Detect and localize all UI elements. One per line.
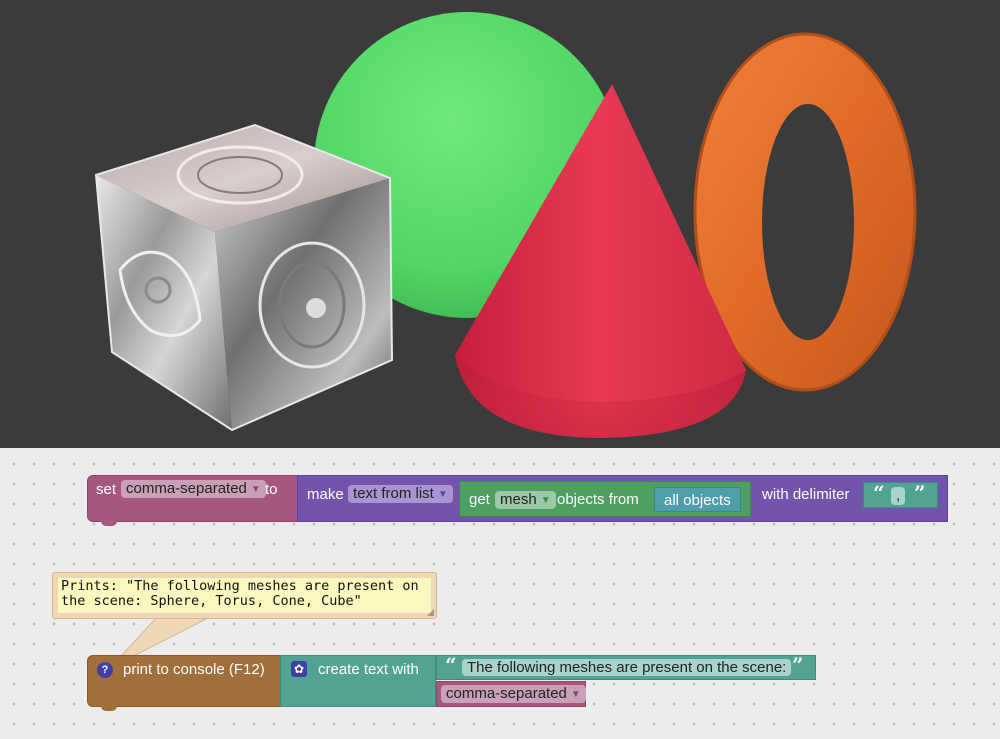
- make-mode-dropdown[interactable]: text from list ▼: [348, 485, 453, 503]
- delimiter-text-block[interactable]: “ , ”: [863, 481, 938, 508]
- to-label: to: [265, 481, 278, 498]
- text-string-input[interactable]: The following meshes are present on the …: [462, 659, 792, 676]
- chevron-down-icon: ▼: [437, 489, 448, 500]
- print-label: print to console (F12): [123, 661, 265, 678]
- chevron-down-icon: ▼: [250, 484, 261, 495]
- close-quote-icon: ”: [914, 481, 926, 505]
- set-variable-dropdown[interactable]: comma-separated ▼: [121, 480, 266, 498]
- open-quote-icon: “: [445, 653, 457, 677]
- set-variable-name: comma-separated: [126, 480, 247, 497]
- all-objects-block[interactable]: all objects: [654, 487, 741, 512]
- delimiter-input[interactable]: ,: [891, 487, 906, 505]
- all-objects-label: all objects: [664, 492, 731, 509]
- delimiter-value: ,: [896, 487, 901, 504]
- text-string-block[interactable]: “ The following meshes are present on th…: [436, 653, 816, 680]
- with-delimiter-label: with delimiter: [762, 486, 850, 503]
- text-string-value: The following meshes are present on the …: [467, 659, 787, 676]
- chevron-down-icon: ▼: [570, 689, 581, 700]
- variable-dropdown[interactable]: comma-separated ▼: [441, 685, 586, 703]
- get-label: get: [469, 491, 490, 508]
- print-to-console-block[interactable]: ? print to console (F12): [87, 655, 282, 707]
- set-label: set: [96, 481, 117, 498]
- make-label: make: [307, 486, 344, 503]
- chevron-down-icon: ▼: [540, 495, 551, 506]
- variable-get-block[interactable]: comma-separated ▼: [436, 681, 586, 707]
- create-text-with-block[interactable]: ✿ create text with: [280, 655, 436, 707]
- set-variable-block[interactable]: set comma-separated ▼ to: [87, 475, 299, 522]
- close-quote-icon: ”: [792, 653, 804, 677]
- comment-bubble[interactable]: Prints: "The following meshes are presen…: [52, 572, 437, 619]
- variable-name: comma-separated: [446, 685, 567, 702]
- resize-handle-icon[interactable]: [427, 609, 434, 616]
- object-type-value: mesh: [500, 491, 537, 508]
- open-quote-icon: “: [873, 481, 885, 505]
- scene-render: [0, 0, 1000, 448]
- blocks-workspace[interactable]: set comma-separated ▼ to make text from l…: [0, 448, 1000, 739]
- set-block-next-connector: [101, 521, 117, 526]
- create-text-label: create text with: [318, 661, 419, 678]
- object-type-dropdown[interactable]: mesh ▼: [495, 491, 556, 509]
- comment-text[interactable]: Prints: "The following meshes are presen…: [58, 578, 431, 613]
- gear-icon[interactable]: ✿: [291, 661, 307, 677]
- make-mode-value: text from list: [353, 485, 434, 502]
- objects-from-label: objects from: [557, 491, 639, 508]
- print-block-next-connector: [101, 706, 117, 711]
- 3d-viewport[interactable]: [0, 0, 1000, 448]
- help-icon[interactable]: ?: [97, 662, 113, 678]
